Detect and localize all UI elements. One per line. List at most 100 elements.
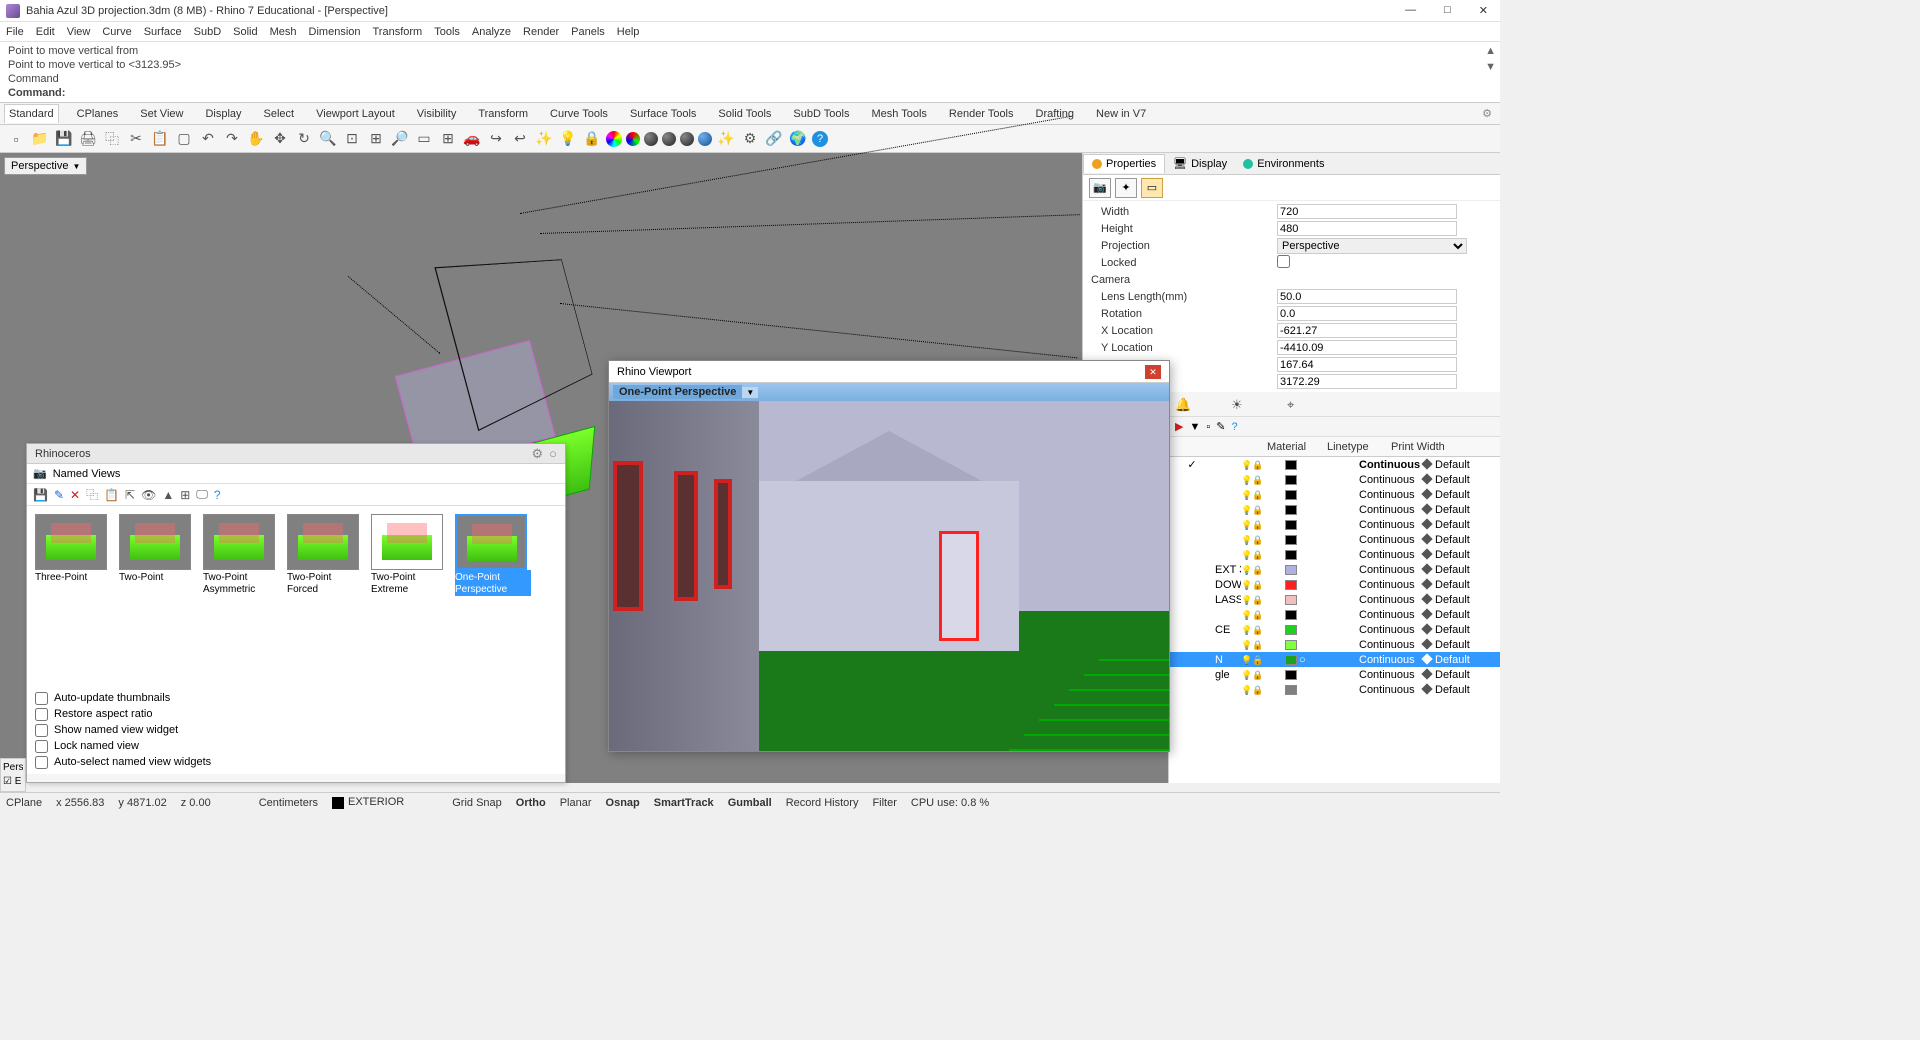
named-views-panel[interactable]: Rhinoceros ⚙ ○ 📷 Named Views 💾 ✎ ✕ ⿻ 📋 ⇱… — [26, 443, 566, 783]
nv-help-icon[interactable]: ? — [214, 488, 221, 502]
layer-row[interactable]: 💡🔒ContinuousDefault — [1169, 487, 1500, 502]
scroll-up-icon[interactable]: ▲ — [1485, 44, 1496, 58]
help2-icon[interactable]: ? — [1231, 421, 1237, 433]
named-view-thumb[interactable]: Three-Point — [35, 514, 111, 678]
menu-solid[interactable]: Solid — [233, 26, 257, 38]
nv-option[interactable]: Auto-select named view widgets — [35, 754, 557, 770]
help-icon[interactable]: ? — [812, 131, 828, 147]
eye-icon[interactable]: 👁 — [141, 488, 156, 502]
status-recordhistory[interactable]: Record History — [786, 797, 859, 809]
paste-icon[interactable]: 📋 — [150, 129, 170, 149]
nv-option[interactable]: Auto-update thumbnails — [35, 690, 557, 706]
maximize-button[interactable]: □ — [1438, 4, 1457, 17]
close-button[interactable]: ✕ — [1473, 4, 1494, 17]
rhino-vp-mode[interactable]: One-Point Perspective — [613, 385, 742, 399]
menu-file[interactable]: File — [6, 26, 24, 38]
camera-mode-icon[interactable]: 📷 — [1089, 178, 1111, 198]
zoom-extents-icon[interactable]: ⊡ — [342, 129, 362, 149]
prop-lens-input[interactable] — [1277, 289, 1457, 304]
nv-tab-label[interactable]: Named Views — [53, 468, 121, 480]
named-view-thumb[interactable]: Two-Point Asymmetric — [203, 514, 279, 678]
rhino-vp-dropdown-icon[interactable]: ▼ — [742, 387, 758, 398]
prop-extra2-input[interactable] — [1277, 374, 1457, 389]
tab-transform[interactable]: Transform — [474, 105, 532, 123]
nv-option[interactable]: Restore aspect ratio — [35, 706, 557, 722]
prop-xloc-input[interactable] — [1277, 323, 1457, 338]
object-icon[interactable]: ▢ — [174, 129, 194, 149]
undo-icon[interactable]: ↶ — [198, 129, 218, 149]
settings-icon[interactable]: ⚙ — [740, 129, 760, 149]
tab-meshtools[interactable]: Mesh Tools — [867, 105, 930, 123]
tab-visibility[interactable]: Visibility — [413, 105, 461, 123]
menu-subd[interactable]: SubD — [194, 26, 222, 38]
named-view-thumb[interactable]: One-Point Perspective — [455, 514, 531, 678]
menu-edit[interactable]: Edit — [36, 26, 55, 38]
layer-row[interactable]: 💡🔒ContinuousDefault — [1169, 547, 1500, 562]
lock-icon[interactable]: 🔒 — [582, 129, 602, 149]
named-view-thumb[interactable]: Two-Point Forced — [287, 514, 363, 678]
tab-drafting[interactable]: Drafting — [1032, 105, 1079, 123]
menu-help[interactable]: Help — [617, 26, 640, 38]
print-icon[interactable]: 🖨 — [78, 129, 98, 149]
panel-tab-display[interactable]: 🖥Display — [1165, 154, 1235, 173]
minimize-button[interactable]: — — [1399, 4, 1422, 17]
scroll-down-icon[interactable]: ▼ — [1485, 60, 1496, 74]
layer-row[interactable]: 💡🔒ContinuousDefault — [1169, 472, 1500, 487]
keyframe-icon[interactable]: ✦ — [1115, 178, 1137, 198]
prop-locked-checkbox[interactable] — [1277, 255, 1290, 268]
menu-view[interactable]: View — [67, 26, 91, 38]
rhino-viewport-window[interactable]: Rhino Viewport ✕ One-Point Perspective ▼ — [608, 360, 1170, 752]
layer-row[interactable]: LASS💡🔒ContinuousDefault — [1169, 592, 1500, 607]
paste-view-icon[interactable]: 📋 — [104, 488, 119, 502]
move-icon[interactable]: ✥ — [270, 129, 290, 149]
menu-transform[interactable]: Transform — [373, 26, 423, 38]
delete-view-icon[interactable]: ✕ — [70, 488, 80, 502]
status-units[interactable]: Centimeters — [259, 797, 318, 809]
redo-icon[interactable]: ↷ — [222, 129, 242, 149]
zoom-window-icon[interactable]: ⊞ — [366, 129, 386, 149]
wand-icon[interactable]: ✨ — [716, 129, 736, 149]
edit-icon[interactable]: ✎ — [1216, 420, 1225, 433]
zoom-icon[interactable]: 🔍 — [318, 129, 338, 149]
nv-option[interactable]: Show named view widget — [35, 722, 557, 738]
prop-rotation-input[interactable] — [1277, 306, 1457, 321]
menu-mesh[interactable]: Mesh — [270, 26, 297, 38]
layer-row[interactable]: 💡🔒ContinuousDefault — [1169, 532, 1500, 547]
layer-row[interactable]: 💡🔒ContinuousDefault — [1169, 637, 1500, 652]
rhino-vp-render[interactable] — [609, 401, 1169, 751]
sphere2-icon[interactable] — [662, 132, 676, 146]
status-ortho[interactable]: Ortho — [516, 797, 546, 809]
car-icon[interactable]: 🚗 — [462, 129, 482, 149]
status-filter[interactable]: Filter — [872, 797, 896, 809]
gear-icon[interactable]: ⚙ — [531, 446, 543, 462]
pan-icon[interactable]: ✋ — [246, 129, 266, 149]
sphere-icon[interactable] — [644, 132, 658, 146]
tab-viewportlayout[interactable]: Viewport Layout — [312, 105, 399, 123]
import-view-icon[interactable]: ⇱ — [125, 488, 135, 502]
open-file-icon[interactable]: 📁 — [30, 129, 50, 149]
tab-standard[interactable]: Standard — [4, 104, 59, 123]
close-panel-icon[interactable]: ○ — [549, 446, 557, 461]
copy-view-icon[interactable]: ⿻ — [86, 486, 98, 503]
sun-icon[interactable]: ☀ — [1231, 397, 1247, 413]
prop-extra1-input[interactable] — [1277, 357, 1457, 372]
menu-curve[interactable]: Curve — [102, 26, 131, 38]
layer-row[interactable]: N💡🔒○ContinuousDefault — [1169, 652, 1500, 667]
menu-tools[interactable]: Tools — [434, 26, 460, 38]
up-icon[interactable]: ▲ — [162, 488, 174, 502]
viewport-name-label[interactable]: Perspective ▼ — [4, 157, 87, 175]
tab-solidtools[interactable]: Solid Tools — [714, 105, 775, 123]
tab-curvetools[interactable]: Curve Tools — [546, 105, 612, 123]
named-view-thumb[interactable]: Two-Point — [119, 514, 195, 678]
grid-icon[interactable]: ⊞ — [180, 488, 190, 502]
stub-checkbox[interactable]: ☑ E — [3, 775, 23, 789]
arrow-right-icon[interactable]: ↪ — [486, 129, 506, 149]
main-viewport[interactable]: Perspective ▼ Properties 🖥Display Enviro… — [0, 153, 1500, 783]
layer-row[interactable]: DOW💡🔒ContinuousDefault — [1169, 577, 1500, 592]
panel-tab-environments[interactable]: Environments — [1235, 155, 1332, 173]
tab-newinv7[interactable]: New in V7 — [1092, 105, 1150, 123]
frame-icon[interactable]: ▭ — [1141, 178, 1163, 198]
col-material[interactable]: Material — [1263, 441, 1323, 453]
layer-row[interactable]: CE💡🔒ContinuousDefault — [1169, 622, 1500, 637]
tab-select[interactable]: Select — [260, 105, 299, 123]
